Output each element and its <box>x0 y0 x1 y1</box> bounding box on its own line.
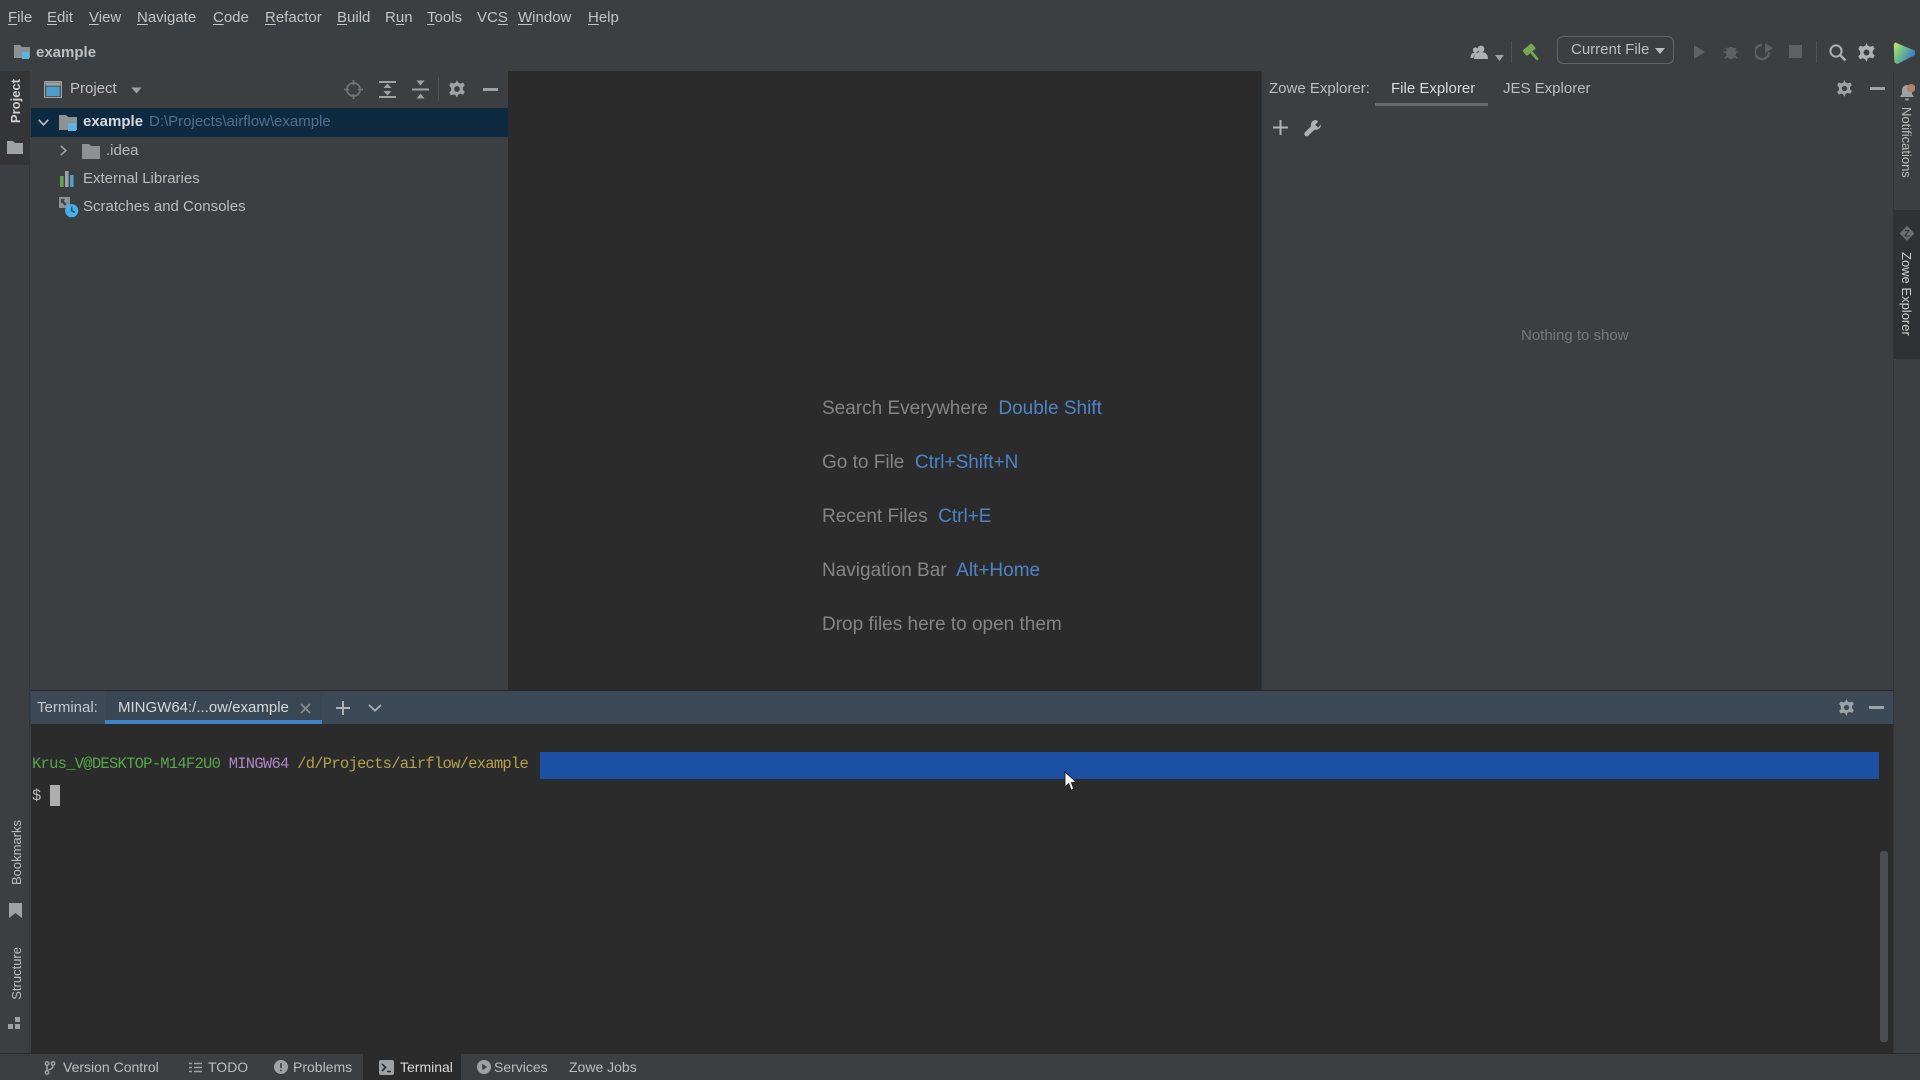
svg-text:Z: Z <box>1904 229 1910 239</box>
